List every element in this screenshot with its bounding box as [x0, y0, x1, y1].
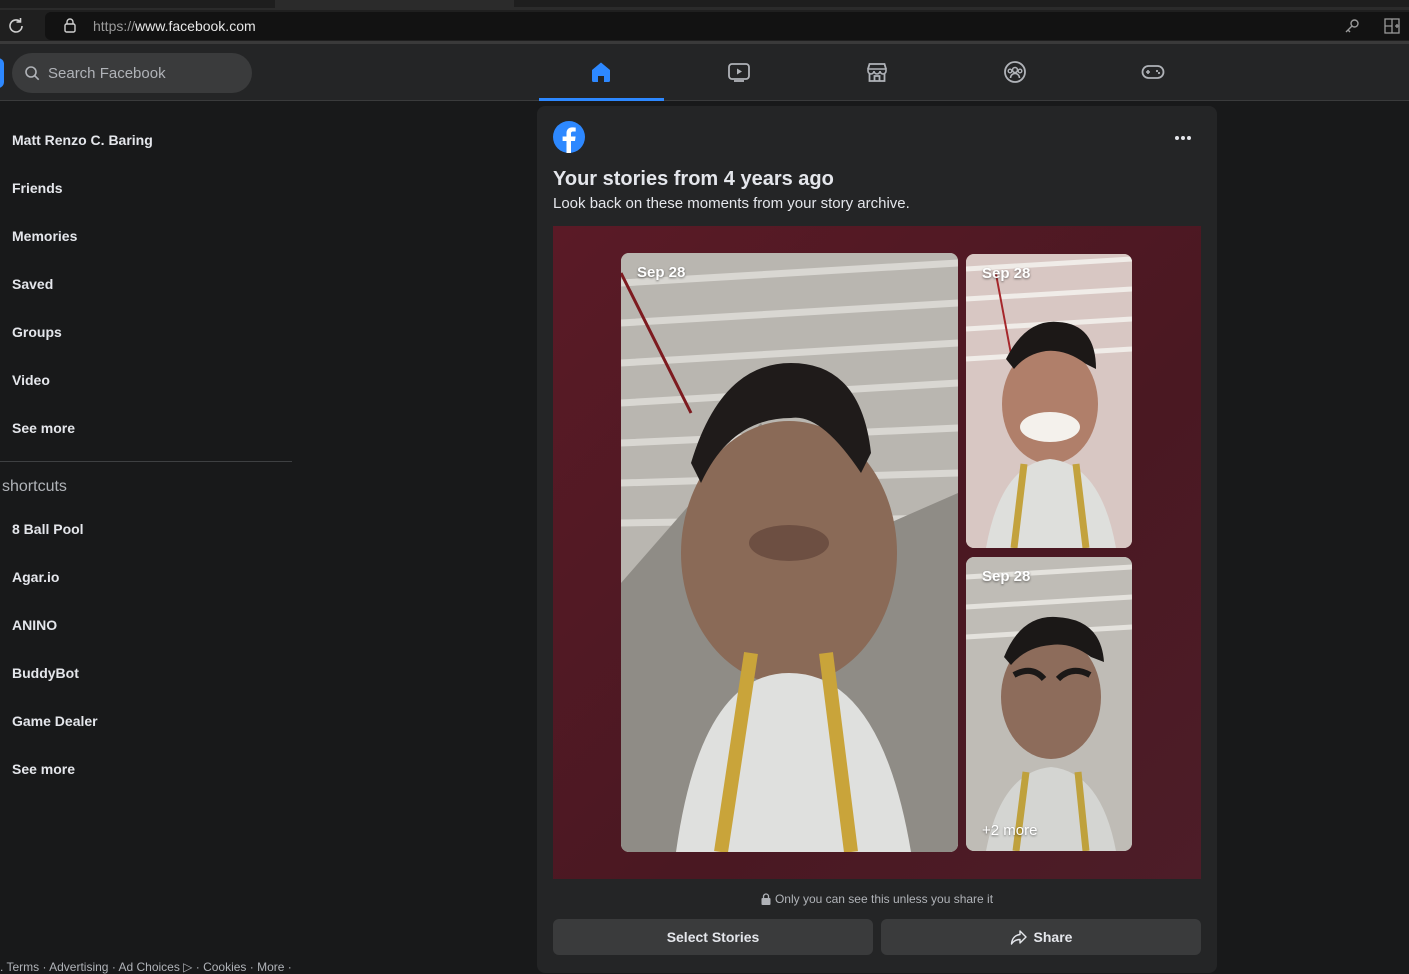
lock-icon: [761, 893, 771, 905]
reload-icon[interactable]: [6, 16, 26, 36]
sidebar-item-friends[interactable]: Friends: [12, 180, 63, 196]
story-photo-top-right[interactable]: Sep 28: [966, 254, 1132, 548]
groups-icon: [1004, 61, 1026, 83]
browser-address-bar: https://www.facebook.com: [0, 10, 1409, 44]
story-photo-image: [966, 254, 1132, 548]
sidebar-item-profile[interactable]: Matt Renzo C. Baring: [12, 132, 153, 148]
story-photo-image: [966, 557, 1132, 851]
sidebar-item-saved[interactable]: Saved: [12, 276, 53, 292]
select-stories-label: Select Stories: [666, 929, 760, 945]
story-photo-image: [621, 253, 958, 852]
shortcut-item-game-dealer[interactable]: Game Dealer: [12, 713, 98, 729]
tab-home[interactable]: [539, 44, 664, 101]
sidebar-item-video[interactable]: Video: [12, 372, 50, 388]
url-text[interactable]: https://www.facebook.com: [93, 18, 256, 34]
tab-marketplace[interactable]: [815, 44, 940, 101]
footer-links[interactable]: . Terms · Advertising · Ad Choices ▷ · C…: [0, 960, 292, 974]
story-photo-main[interactable]: Sep 28: [621, 253, 958, 852]
tab-watch[interactable]: [677, 44, 802, 101]
watch-icon: [728, 63, 750, 82]
share-label: Share: [1033, 929, 1073, 945]
stories-preview[interactable]: Sep 28 Sep 28 Sep 28 +2 more: [553, 226, 1201, 879]
more-stories-count: +2 more: [982, 822, 1038, 839]
select-stories-button[interactable]: Select Stories: [553, 919, 873, 955]
more-options-icon[interactable]: [1167, 130, 1199, 146]
search-placeholder: Search Facebook: [48, 65, 166, 82]
story-date: Sep 28: [982, 265, 1031, 282]
share-button[interactable]: Share: [881, 919, 1201, 955]
left-sidebar: Matt Renzo C. Baring Friends Memories Sa…: [0, 101, 300, 973]
shortcut-item-buddybot[interactable]: BuddyBot: [12, 665, 79, 681]
lock-icon[interactable]: [62, 17, 78, 33]
tab-groups[interactable]: [953, 44, 1078, 101]
gaming-icon: [1141, 65, 1165, 79]
story-date: Sep 28: [982, 568, 1031, 585]
home-icon: [592, 62, 610, 82]
story-photo-bottom-right[interactable]: Sep 28 +2 more: [966, 557, 1132, 851]
url-host: www.facebook.com: [135, 18, 256, 34]
search-icon: [25, 66, 40, 81]
sidebar-item-see-more[interactable]: See more: [12, 420, 75, 436]
shortcut-item-agar-io[interactable]: Agar.io: [12, 569, 59, 585]
shortcut-item-anino[interactable]: ANINO: [12, 617, 57, 633]
shortcut-item-8-ball-pool[interactable]: 8 Ball Pool: [12, 521, 84, 537]
extensions-icon[interactable]: [1383, 17, 1401, 35]
browser-tab-active[interactable]: [0, 0, 275, 8]
memory-card: Your stories from 4 years ago Look back …: [537, 106, 1217, 973]
tab-gaming[interactable]: [1091, 44, 1216, 101]
story-date: Sep 28: [637, 264, 686, 281]
browser-tab[interactable]: [514, 0, 1409, 7]
privacy-note: Only you can see this unless you share i…: [537, 892, 1217, 906]
search-input[interactable]: Search Facebook: [12, 53, 252, 93]
share-icon: [1010, 930, 1027, 945]
url-protocol: https://: [93, 18, 136, 34]
card-title: Your stories from 4 years ago: [553, 168, 834, 190]
privacy-note-text: Only you can see this unless you share i…: [774, 892, 994, 906]
browser-tabstrip: [0, 0, 1409, 10]
sidebar-item-memories[interactable]: Memories: [12, 228, 77, 244]
sidebar-item-groups[interactable]: Groups: [12, 324, 62, 340]
card-subtitle: Look back on these moments from your sto…: [553, 195, 910, 212]
facebook-logo-edge[interactable]: [0, 58, 4, 88]
sidebar-divider: [0, 461, 292, 462]
shortcuts-heading: shortcuts: [2, 478, 67, 495]
marketplace-icon: [867, 63, 887, 82]
facebook-logo-icon: [553, 121, 585, 153]
key-icon[interactable]: [1343, 17, 1361, 35]
facebook-header: Search Facebook: [0, 44, 1409, 101]
shortcut-item-see-more[interactable]: See more: [12, 761, 75, 777]
